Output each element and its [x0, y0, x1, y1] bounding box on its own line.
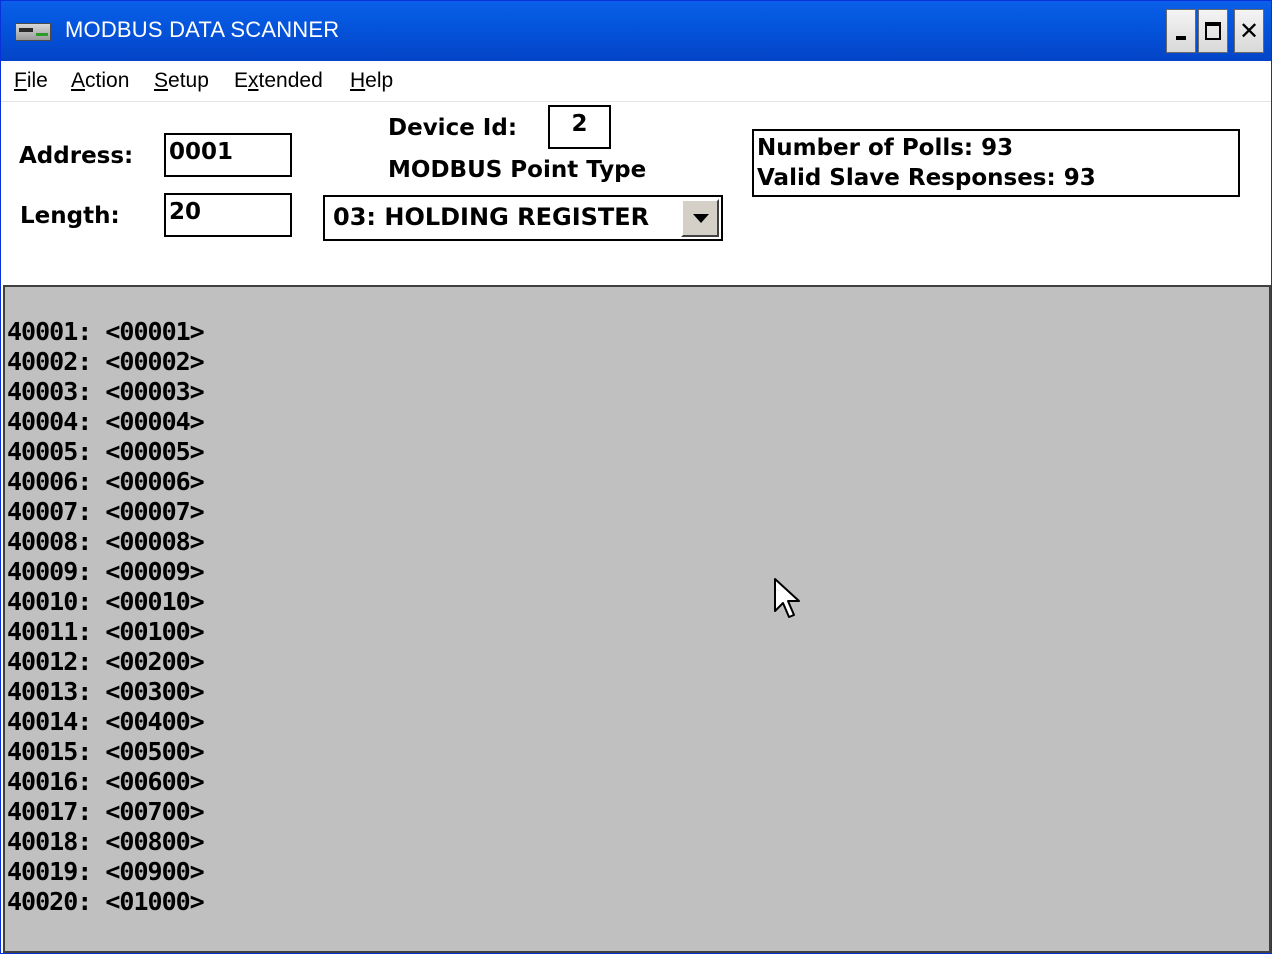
point-type-label: MODBUS Point Type: [388, 157, 647, 183]
register-line: 40016: <00600>: [7, 767, 205, 796]
register-line: 40005: <00005>: [7, 437, 205, 466]
poll-stats-box: Number of Polls: 93 Valid Slave Response…: [752, 129, 1240, 197]
menu-extended-prefix: E: [234, 69, 249, 92]
minimize-icon: [1176, 36, 1186, 40]
menu-file[interactable]: File: [14, 69, 48, 93]
register-line: 40003: <00003>: [7, 377, 205, 406]
menu-action-mnemonic: A: [71, 69, 86, 92]
menu-help[interactable]: Help: [350, 69, 393, 93]
valid-responses-count: Valid Slave Responses: 93: [757, 165, 1096, 191]
menu-action[interactable]: Action: [71, 69, 129, 93]
register-data-panel[interactable]: 40001: <00001> 40002: <00002> 40003: <0000…: [3, 285, 1271, 953]
menu-bar: File Action Setup Extended Help: [1, 61, 1271, 102]
menu-extended[interactable]: Extended: [234, 69, 323, 93]
length-label: Length:: [20, 203, 120, 229]
register-list: 40001: <00001> 40002: <00002> 40003: <0000…: [7, 317, 205, 917]
register-line: 40002: <00002>: [7, 347, 205, 376]
maximize-icon: [1205, 22, 1221, 40]
maximize-button[interactable]: [1198, 9, 1228, 53]
register-line: 40004: <00004>: [7, 407, 205, 436]
device-id-input[interactable]: 2: [548, 105, 611, 149]
length-input[interactable]: 20: [164, 193, 292, 237]
register-line: 40019: <00900>: [7, 857, 205, 886]
chevron-down-icon[interactable]: [681, 199, 719, 237]
point-type-value: 03: HOLDING REGISTER: [333, 203, 650, 231]
menu-setup-label: etup: [168, 69, 209, 92]
minimize-button[interactable]: [1166, 9, 1196, 53]
register-line: 40015: <00500>: [7, 737, 205, 766]
device-id-label: Device Id:: [388, 115, 518, 141]
register-line: 40007: <00007>: [7, 497, 205, 526]
register-line: 40008: <00008>: [7, 527, 205, 556]
register-line: 40010: <00010>: [7, 587, 205, 616]
register-line: 40013: <00300>: [7, 677, 205, 706]
app-window: MODBUS DATA SCANNER ✕ File Action Setup …: [0, 0, 1272, 954]
register-line: 40012: <00200>: [7, 647, 205, 676]
close-icon: ✕: [1238, 17, 1260, 45]
window-title: MODBUS DATA SCANNER: [65, 17, 340, 42]
close-button[interactable]: ✕: [1234, 9, 1264, 53]
address-label: Address:: [19, 143, 134, 169]
menu-setup-mnemonic: S: [154, 69, 169, 92]
mouse-pointer-icon: [774, 578, 800, 618]
menu-setup[interactable]: Setup: [154, 69, 209, 93]
register-line: 40006: <00006>: [7, 467, 205, 496]
register-line: 40020: <01000>: [7, 887, 205, 916]
register-line: 40014: <00400>: [7, 707, 205, 736]
app-icon[interactable]: [15, 23, 51, 41]
polls-count: Number of Polls: 93: [757, 135, 1014, 161]
menu-help-label: elp: [365, 69, 394, 92]
menu-extended-mnemonic: x: [248, 69, 259, 92]
register-line: 40011: <00100>: [7, 617, 205, 646]
menu-extended-label: tended: [258, 69, 323, 92]
menu-help-mnemonic: H: [350, 69, 366, 92]
menu-file-mnemonic: F: [14, 69, 27, 92]
register-line: 40018: <00800>: [7, 827, 205, 856]
address-input[interactable]: 0001: [164, 133, 292, 177]
register-line: 40001: <00001>: [7, 317, 205, 346]
title-bar[interactable]: MODBUS DATA SCANNER ✕: [1, 1, 1271, 61]
menu-file-label: ile: [26, 69, 48, 92]
menu-action-label: ction: [85, 69, 130, 92]
register-line: 40017: <00700>: [7, 797, 205, 826]
point-type-select[interactable]: 03: HOLDING REGISTER: [323, 195, 723, 241]
register-line: 40009: <00009>: [7, 557, 205, 586]
